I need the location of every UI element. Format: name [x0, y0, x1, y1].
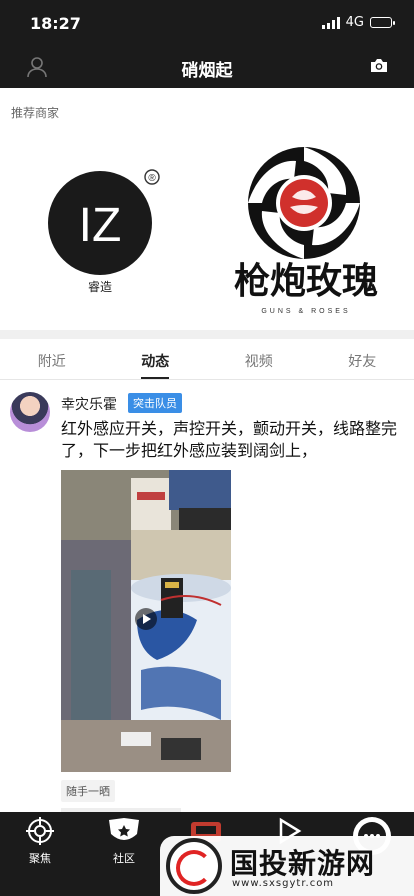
- tab-dynamics[interactable]: 动态: [104, 340, 208, 379]
- tab-video[interactable]: 视频: [207, 340, 311, 379]
- nav-focus[interactable]: 聚焦: [10, 816, 70, 866]
- post-video-thumbnail[interactable]: [61, 470, 231, 772]
- watermark-brand: 国投新游网: [230, 847, 376, 880]
- brand-banner[interactable]: IZ ® 睿造 枪炮玫瑰 GUNS & ROSES: [0, 125, 414, 330]
- feed-post: 幸灾乐霍 突击队员 红外感应开关，声控开关，颤动开关，线路整完了，下一步把红外感…: [0, 380, 414, 820]
- network-type: 4G: [345, 15, 364, 30]
- avatar[interactable]: [10, 392, 50, 432]
- watermark-url: www.sxsgytr.com: [232, 878, 335, 889]
- crosshair-icon: [26, 817, 54, 845]
- tab-nearby[interactable]: 附近: [0, 340, 104, 379]
- brand-ruizao-logo[interactable]: IZ ® 睿造: [42, 165, 162, 295]
- brand-guns-roses-logo[interactable]: 枪炮玫瑰 GUNS & ROSES: [220, 135, 400, 330]
- brand-ruizao-mark: IZ: [79, 199, 122, 252]
- post-username[interactable]: 幸灾乐霍: [61, 394, 117, 414]
- status-bar: 18:27 4G: [0, 0, 414, 46]
- tab-friends[interactable]: 好友: [311, 340, 414, 379]
- feed-tabs: 附近 动态 视频 好友: [0, 340, 414, 380]
- nav-focus-label: 聚焦: [29, 852, 51, 865]
- brand-guns-roses-name: 枪炮玫瑰: [234, 261, 378, 302]
- section-divider: [0, 330, 414, 339]
- registered-mark: ®: [148, 173, 156, 184]
- battery-icon: [370, 17, 395, 28]
- post-text: 红外感应开关，声控开关，颤动开关，线路整完了，下一步把红外感应装到阔剑上，: [61, 419, 398, 460]
- brand-guns-roses-sub: GUNS & ROSES: [261, 308, 350, 315]
- recommended-label: 推荐商家: [11, 106, 60, 120]
- status-indicators: 4G: [321, 15, 395, 30]
- user-rank-badge: 突击队员: [128, 393, 182, 413]
- page-title: 硝烟起: [181, 61, 233, 81]
- app-screen: 18:27 4G 硝烟起 推荐商家 IZ ® 睿造 枪炮玫瑰 GUNS & RO…: [0, 0, 414, 896]
- nav-community-label: 社区: [113, 852, 135, 865]
- play-icon[interactable]: [135, 608, 157, 630]
- nav-community[interactable]: 社区: [94, 816, 154, 866]
- watermark-logo-icon: [166, 838, 222, 894]
- top-navbar: 硝烟起: [0, 46, 414, 88]
- brand-ruizao-name: 睿造: [88, 279, 112, 294]
- signal-icon: [321, 16, 340, 29]
- badge-icon: [109, 818, 139, 840]
- camera-icon[interactable]: [370, 58, 388, 77]
- status-time: 18:27: [30, 14, 81, 33]
- post-tag[interactable]: 随手一晒: [61, 780, 115, 802]
- site-watermark: 国投新游网 www.sxsgytr.com: [160, 836, 414, 896]
